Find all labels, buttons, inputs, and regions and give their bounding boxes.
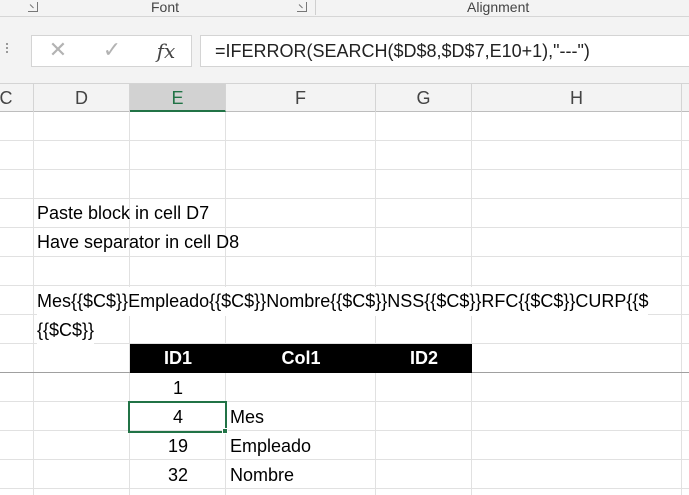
- formula-bar: ✕ ✓ fx =IFERROR(SEARCH($D$8,$D$7,E10+1),…: [0, 17, 689, 83]
- column-headers: C D E F G H: [0, 83, 689, 112]
- gridline: [0, 140, 689, 141]
- gridline: [0, 169, 689, 170]
- formula-buttons: ✕ ✓ fx: [31, 35, 192, 67]
- table-header-id1[interactable]: ID1: [130, 344, 226, 373]
- table-cell-id1[interactable]: 32: [130, 461, 226, 490]
- gridline: [0, 488, 689, 489]
- table-header-col1[interactable]: Col1: [226, 344, 376, 373]
- gridline: [0, 430, 689, 431]
- ribbon-group-alignment-label: Alignment: [467, 0, 530, 15]
- cell-note-paste-block[interactable]: Paste block in cell D7: [37, 199, 209, 228]
- cell-note-separator[interactable]: Have separator in cell D8: [37, 228, 239, 257]
- gridline: [0, 459, 689, 460]
- cell-d7-block[interactable]: Mes{{$C$}}Empleado{{$C$}}Nombre{{$C$}}NS…: [37, 287, 649, 316]
- table-header-id2[interactable]: ID2: [376, 344, 472, 373]
- insert-function-button[interactable]: fx: [144, 36, 188, 66]
- column-header-e[interactable]: E: [130, 84, 226, 112]
- grip-handle-icon[interactable]: [6, 43, 9, 57]
- enter-icon[interactable]: ✓: [90, 36, 134, 66]
- table-cell-col1[interactable]: Nombre: [230, 461, 294, 490]
- table-cell-col1[interactable]: Empleado: [230, 432, 311, 461]
- gridline: [0, 285, 689, 286]
- ribbon-strip: Font Alignment: [0, 0, 689, 17]
- column-header-g[interactable]: G: [376, 84, 472, 112]
- table-cell-col1[interactable]: Mes: [230, 403, 264, 432]
- column-header-d[interactable]: D: [34, 84, 130, 112]
- cancel-icon[interactable]: ✕: [36, 36, 80, 66]
- fill-handle[interactable]: [222, 428, 228, 434]
- font-dialog-launcher-icon[interactable]: [297, 2, 307, 12]
- formula-input[interactable]: =IFERROR(SEARCH($D$8,$D$7,E10+1),"---"): [200, 35, 689, 67]
- dialog-launcher-icon[interactable]: [28, 2, 38, 12]
- ribbon-group-font-label: Font: [151, 0, 180, 15]
- column-header-h[interactable]: H: [472, 84, 682, 112]
- column-header-f[interactable]: F: [226, 84, 376, 112]
- active-cell-selection[interactable]: [128, 401, 227, 433]
- ribbon-group-divider: [315, 0, 316, 15]
- cell-d8-separator[interactable]: {{$C$}}: [37, 316, 95, 345]
- gridline: [0, 401, 689, 402]
- column-header-c[interactable]: C: [0, 84, 34, 112]
- table-cell-id1[interactable]: 19: [130, 432, 226, 461]
- worksheet-grid[interactable]: Paste block in cell D7 Have separator in…: [0, 112, 689, 495]
- table-cell-id1[interactable]: 1: [130, 374, 226, 403]
